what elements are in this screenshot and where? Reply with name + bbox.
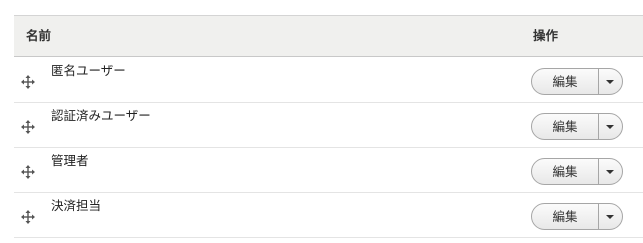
column-header-name: 名前: [26, 28, 52, 43]
drag-handle-icon[interactable]: [21, 210, 35, 224]
operations-dropbutton: 編集: [531, 113, 623, 140]
drag-handle-icon[interactable]: [21, 120, 35, 134]
operations-dropbutton: 編集: [531, 158, 623, 185]
table-row: 管理者 編集: [14, 147, 643, 193]
chevron-down-icon: [606, 125, 614, 129]
drag-handle-icon[interactable]: [21, 165, 35, 179]
table-row: 決済担当 編集: [14, 192, 643, 238]
chevron-down-icon: [606, 215, 614, 219]
dropdown-toggle-button[interactable]: [599, 159, 622, 184]
drag-handle-icon[interactable]: [21, 75, 35, 89]
role-name: 管理者: [51, 153, 89, 168]
table-header: 名前 操作: [14, 16, 643, 57]
edit-button[interactable]: 編集: [532, 114, 598, 139]
dropdown-toggle-button[interactable]: [599, 204, 622, 229]
table-row: 認証済みユーザー 編集: [14, 102, 643, 148]
operations-dropbutton: 編集: [531, 203, 623, 230]
roles-table: 名前 操作 匿名ユーザー 編集 認証済みユーザー 編集 管理者 編集 決済担当 …: [0, 0, 643, 243]
column-header-operations: 操作: [533, 28, 559, 43]
role-name: 匿名ユーザー: [51, 63, 126, 78]
chevron-down-icon: [606, 80, 614, 84]
table-row: 匿名ユーザー 編集: [14, 57, 643, 103]
edit-button[interactable]: 編集: [532, 69, 598, 94]
operations-dropbutton: 編集: [531, 68, 623, 95]
dropdown-toggle-button[interactable]: [599, 69, 622, 94]
edit-button[interactable]: 編集: [532, 159, 598, 184]
chevron-down-icon: [606, 170, 614, 174]
role-name: 認証済みユーザー: [51, 108, 151, 123]
role-name: 決済担当: [51, 198, 102, 213]
dropdown-toggle-button[interactable]: [599, 114, 622, 139]
edit-button[interactable]: 編集: [532, 204, 598, 229]
